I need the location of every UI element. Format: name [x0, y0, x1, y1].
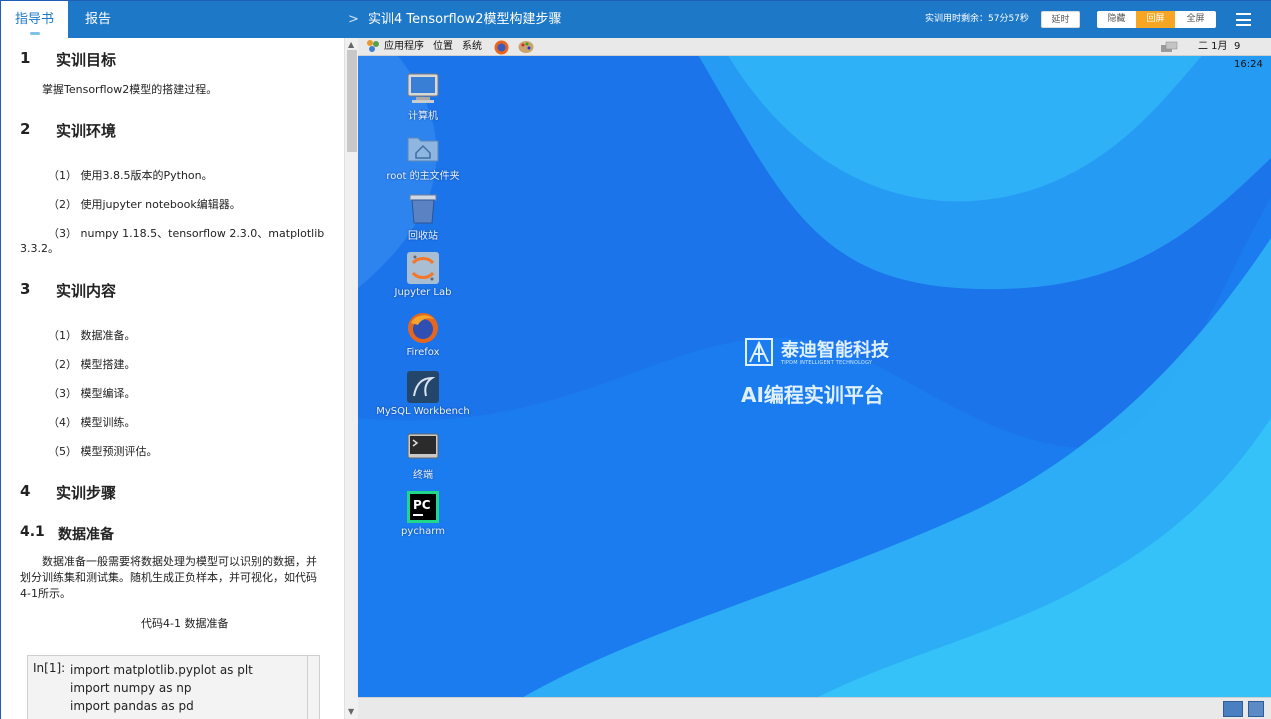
desktop-icon-label: MySQL Workbench [376, 406, 470, 417]
paragraph-line: 数据准备一般需要将数据处理为模型可以识别的数据，并 [42, 555, 317, 568]
section-4-1-title: 数据准备 [58, 527, 114, 543]
tab-guide[interactable]: 指导书 [1, 1, 68, 38]
applications-menu-icon[interactable] [366, 38, 380, 56]
terminal-icon [406, 430, 440, 464]
list-item: （3） numpy 1.18.5、tensorflow 2.3.0、matplo… [48, 227, 325, 240]
tab-report-label: 报告 [84, 12, 111, 27]
desktop-icon-terminal[interactable]: 终端 [368, 430, 478, 481]
code-caption: 代码4-1 数据准备 [141, 617, 229, 630]
desktop-icon-label: Firefox [406, 347, 440, 358]
section-1-number: 1 [20, 49, 31, 67]
section-4-number: 4 [20, 482, 31, 500]
code-line: import pandas as pd [70, 699, 194, 713]
show-desktop-icon[interactable] [1223, 701, 1243, 717]
section-4-title: 实训步骤 [56, 484, 117, 502]
tab-report[interactable]: 报告 [68, 1, 128, 38]
brand-name-en: TIPDM INTELLIGENT TECHNOLOGY [781, 360, 873, 366]
code-line: import matplotlib.pyplot as plt [70, 663, 253, 677]
paragraph-line: 4-1所示。 [20, 587, 71, 600]
extend-time-button[interactable]: 延时 [1041, 11, 1080, 28]
hide-button[interactable]: 隐藏 [1097, 11, 1136, 28]
panel-date: 二 1月 [1198, 41, 1228, 52]
code-line: import numpy as np [70, 681, 192, 695]
list-item: （1） 使用3.8.5版本的Python。 [48, 169, 213, 182]
hamburger-menu-icon[interactable] [1236, 13, 1251, 26]
jupyter-icon [406, 251, 440, 285]
countdown-timer: 实训用时剩余：57分57秒 [925, 14, 1029, 24]
code-cell[interactable]: In[1]: import matplotlib.pyplot as plt i… [27, 655, 320, 719]
list-item: （2） 模型搭建。 [48, 358, 136, 371]
list-item: 3.3.2。 [20, 242, 59, 255]
network-icon[interactable] [1160, 41, 1178, 60]
desktop-icon-mysql-workbench[interactable]: MySQL Workbench [368, 370, 478, 417]
applications-menu[interactable]: 应用程序 [384, 38, 424, 56]
code-cell-gutter [307, 656, 319, 719]
pycharm-icon: PC [406, 490, 440, 524]
section-3-number: 3 [20, 280, 31, 298]
desktop-icon-jupyter-lab[interactable]: Jupyter Lab [368, 251, 478, 298]
scrollbar-thumb[interactable] [347, 50, 357, 152]
list-item: （5） 模型预测评估。 [48, 445, 158, 458]
mysql-workbench-icon [406, 370, 440, 404]
desktop-top-panel: 应用程序 位置 系统 二 1月 9 16:24 [358, 38, 1271, 70]
scroll-down-arrow-icon[interactable]: ▼ [348, 707, 354, 716]
desktop-icon-label: 回收站 [408, 231, 438, 242]
firefox-icon [406, 311, 440, 345]
code-cell-prompt: In[1]: [33, 661, 66, 675]
section-3-title: 实训内容 [56, 282, 117, 300]
top-bar: 指导书 报告 > 实训4 Tensorflow2模型构建步骤 实训用时剩余：57… [1, 1, 1271, 38]
fullscreen-button[interactable]: 全屏 [1175, 11, 1216, 28]
list-item: （4） 模型训练。 [48, 416, 136, 429]
list-item: （2） 使用jupyter notebook编辑器。 [48, 198, 241, 211]
firefox-launcher-icon[interactable] [494, 40, 509, 62]
desktop-icon-computer[interactable]: 计算机 [368, 71, 478, 122]
desktop-icon-firefox[interactable]: Firefox [368, 311, 478, 358]
computer-icon [406, 71, 440, 105]
system-menu[interactable]: 系统 [462, 38, 482, 56]
desktop-icon-trash[interactable]: 回收站 [368, 191, 478, 242]
desktop-icon-label: root 的主文件夹 [386, 171, 460, 182]
desktop-icon-label: Jupyter Lab [394, 287, 452, 298]
section-4-1-number: 4.1 [20, 524, 45, 540]
paragraph-line: 划分训练集和测试集。随机生成正负样本，并可视化，如代码 [20, 571, 317, 584]
panel-clock[interactable]: 9 16:24 [1234, 38, 1271, 74]
tipdm-logo-icon [745, 338, 773, 366]
scroll-up-arrow-icon[interactable]: ▲ [348, 40, 354, 49]
palette-launcher-icon[interactable] [518, 40, 534, 61]
section-2-title: 实训环境 [56, 122, 117, 140]
active-tab-indicator [30, 32, 40, 35]
workspace-switcher-icon[interactable] [1248, 701, 1264, 717]
remote-desktop[interactable]: 应用程序 位置 系统 二 1月 9 16:24 计算机 root 的主文件夹 回… [358, 38, 1271, 719]
home-folder-icon [406, 131, 440, 165]
page-title: 实训4 Tensorflow2模型构建步骤 [368, 12, 562, 27]
guide-document: 1 实训目标 掌握Tensorflow2模型的搭建过程。 2 实训环境 （1） … [1, 38, 344, 719]
svg-text:PC: PC [413, 498, 431, 512]
document-scrollbar[interactable]: ▲ ▼ [344, 38, 358, 719]
restore-button[interactable]: 回屏 [1136, 11, 1175, 28]
list-item: （1） 数据准备。 [48, 329, 136, 342]
section-1-title: 实训目标 [56, 51, 117, 69]
code-lines: import matplotlib.pyplot as plt import n… [70, 661, 253, 715]
section-1-text: 掌握Tensorflow2模型的搭建过程。 [42, 83, 218, 96]
desktop-icon-label: 终端 [413, 470, 433, 481]
desktop-icon-home-folder[interactable]: root 的主文件夹 [368, 131, 478, 182]
section-2-number: 2 [20, 120, 31, 138]
desktop-bottom-panel [358, 697, 1271, 719]
trash-icon [406, 191, 440, 225]
places-menu[interactable]: 位置 [433, 38, 453, 56]
desktop-icon-pycharm[interactable]: PC pycharm [368, 490, 478, 537]
desktop-icon-label: 计算机 [408, 111, 438, 122]
breadcrumb-chevron-icon: > [348, 12, 359, 27]
desktop-icon-label: pycharm [401, 526, 445, 537]
tab-guide-label: 指导书 [14, 12, 54, 27]
brand-name-cn: 泰迪智能科技 [781, 340, 889, 361]
list-item: （3） 模型编译。 [48, 387, 136, 400]
brand-slogan: AI编程实训平台 [741, 383, 884, 407]
